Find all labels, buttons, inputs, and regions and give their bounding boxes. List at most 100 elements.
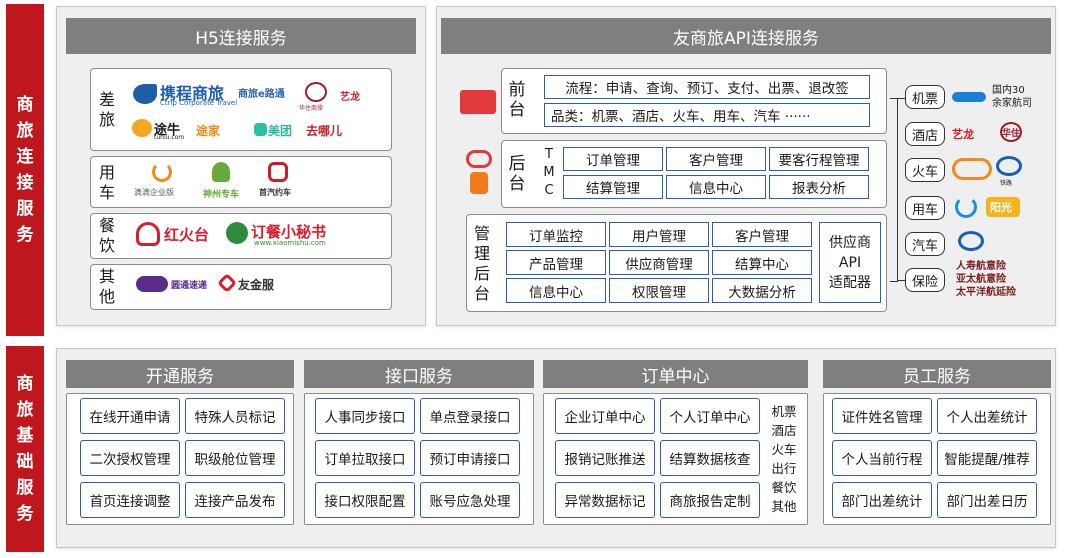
supplier-car: 用车 xyxy=(905,196,945,220)
h5-row-car xyxy=(90,156,392,208)
staff-cell: 智能提醒/推荐 xyxy=(937,440,1037,476)
qunar-logo: 去哪儿 xyxy=(306,124,343,138)
section-title-staff: 员工服务 xyxy=(823,360,1051,388)
supplier-flight: 机票 xyxy=(905,85,945,109)
front-category: 品类：机票、酒店、火车、用车、汽车 ······ xyxy=(544,103,870,127)
order-cell: 结算数据核查 xyxy=(660,440,760,476)
youjinfu-logo-text: 友金服 xyxy=(238,278,275,292)
open-cell: 连接产品发布 xyxy=(185,482,285,518)
staff-cell: 部门出差统计 xyxy=(832,482,932,518)
tuniu-logo-url: tuniu.com xyxy=(154,134,185,141)
interface-cell: 人事同步接口 xyxy=(315,398,415,434)
h5-row-travel xyxy=(90,68,392,151)
front-desk-label: 前台 xyxy=(508,80,526,120)
order-cell: 报销记账推送 xyxy=(555,440,655,476)
yangguang-logo-text: 阳光 xyxy=(990,201,1012,214)
section-title-interface: 接口服务 xyxy=(304,360,534,388)
staff-cell: 证件姓名管理 xyxy=(832,398,932,434)
side-char: 旅 xyxy=(16,121,34,141)
railway-logo-icon xyxy=(996,156,1022,176)
supplier-train: 火车 xyxy=(905,158,945,182)
shenzhou-logo-text: 神州专车 xyxy=(203,190,240,200)
section-title-open: 开通服务 xyxy=(66,360,294,388)
back-desk-icon xyxy=(466,150,492,168)
back-cell: 报表分析 xyxy=(769,175,869,199)
order-cell: 个人订单中心 xyxy=(660,398,760,434)
side-char: 务 xyxy=(16,504,34,524)
side-char: 商 xyxy=(16,374,34,394)
mgmt-cell: 用户管理 xyxy=(609,222,709,247)
side-char: 服 xyxy=(16,199,34,219)
train-logo-icon xyxy=(952,158,992,180)
honghuotai-logo-text: 红火台 xyxy=(164,226,210,244)
mgmt-cell: 产品管理 xyxy=(506,250,606,275)
huazhu-logo-text: 华住 xyxy=(1002,129,1021,139)
side-label-top: 商旅连接服务 xyxy=(6,4,44,336)
side-char: 基 xyxy=(16,426,34,446)
didi-logo-icon xyxy=(955,196,977,218)
side-char: 务 xyxy=(16,225,34,245)
back-cell: 要客行程管理 xyxy=(769,147,869,171)
didi-logo-icon xyxy=(152,162,172,182)
interface-cell: 订单拉取接口 xyxy=(315,440,415,476)
shenzhou-logo-icon xyxy=(212,162,230,182)
yto-logo-icon xyxy=(136,276,168,292)
side-label-bottom: 商旅基础服务 xyxy=(6,346,44,552)
section-title-orders: 订单中心 xyxy=(543,360,808,388)
interface-cell: 预订申请接口 xyxy=(420,440,520,476)
open-cell: 二次授权管理 xyxy=(80,440,180,476)
back-cell: 结算管理 xyxy=(563,175,663,199)
bus-logo-icon xyxy=(958,231,984,251)
railway-logo-text: 铁路 xyxy=(1000,180,1013,187)
meituan-logo-icon xyxy=(254,123,267,136)
staff-cell: 个人出差统计 xyxy=(937,398,1037,434)
didi-logo-text: 滴滴企业版 xyxy=(134,188,174,197)
row-label: 差旅 xyxy=(98,90,115,129)
tuniu-logo-icon xyxy=(132,119,152,137)
side-char: 商 xyxy=(16,95,34,115)
interface-cell: 单点登录接口 xyxy=(420,398,520,434)
interface-cell: 账号应急处理 xyxy=(420,482,520,518)
side-char: 连 xyxy=(16,147,34,167)
xiaomishu-logo-url: www.xiaomishu.com xyxy=(254,239,326,247)
order-cell: 商旅报告定制 xyxy=(660,482,760,518)
back-desk-label: 后台 xyxy=(508,154,526,194)
tujia-logo: 途家 xyxy=(196,124,221,138)
elong-logo: 艺龙 xyxy=(340,92,360,103)
row-label: 餐饮 xyxy=(98,216,115,255)
staff-cell: 部门出差日历 xyxy=(937,482,1037,518)
interface-cell: 接口权限配置 xyxy=(315,482,415,518)
xiaomishu-logo-icon xyxy=(226,222,248,244)
side-char: 旅 xyxy=(16,400,34,420)
huazhu-logo-icon xyxy=(305,82,327,102)
open-cell: 首页连接调整 xyxy=(80,482,180,518)
ctrip-logo-subtext: Ctrip Corporate Travel xyxy=(160,99,238,107)
back-desk-icon-2 xyxy=(470,172,488,194)
row-label: 用车 xyxy=(98,163,115,202)
elong-logo: 艺龙 xyxy=(952,128,974,141)
order-category-list: 机票 酒店 火车 出行 餐饮 其他 xyxy=(771,404,797,514)
front-desk-icon xyxy=(460,90,496,114)
mgmt-cell: 供应商管理 xyxy=(609,250,709,275)
mgmt-cell: 订单监控 xyxy=(506,222,606,247)
insurance-logo-text: 人寿航意险 亚太航意险 太平洋航延险 xyxy=(956,261,1016,298)
h5-title: H5连接服务 xyxy=(66,18,416,54)
yto-logo-text: 圆通速递 xyxy=(171,281,208,291)
mgmt-cell: 信息中心 xyxy=(506,278,606,303)
back-cell: 信息中心 xyxy=(666,175,766,199)
mgmt-label: 管理后台 xyxy=(473,224,490,303)
back-cell: 客户管理 xyxy=(666,147,766,171)
row-label: 其他 xyxy=(98,267,115,306)
open-cell: 在线开通申请 xyxy=(80,398,180,434)
mgmt-cell: 结算中心 xyxy=(712,250,812,275)
mgmt-cell: 权限管理 xyxy=(609,278,709,303)
open-cell: 职级舱位管理 xyxy=(185,440,285,476)
ctrip-logo-icon xyxy=(133,84,157,104)
api-title: 友商旅API连接服务 xyxy=(441,18,1051,54)
honghuotai-logo-icon xyxy=(136,222,160,246)
meituan-logo-text: 美团 xyxy=(268,124,293,138)
supplier-hotel: 酒店 xyxy=(905,122,945,146)
supplier-api-adapter: 供应商 API 适配器 xyxy=(819,222,881,303)
flight-logo-text: 国内30 余家航司 xyxy=(992,85,1032,109)
supplier-insurance: 保险 xyxy=(905,268,945,292)
